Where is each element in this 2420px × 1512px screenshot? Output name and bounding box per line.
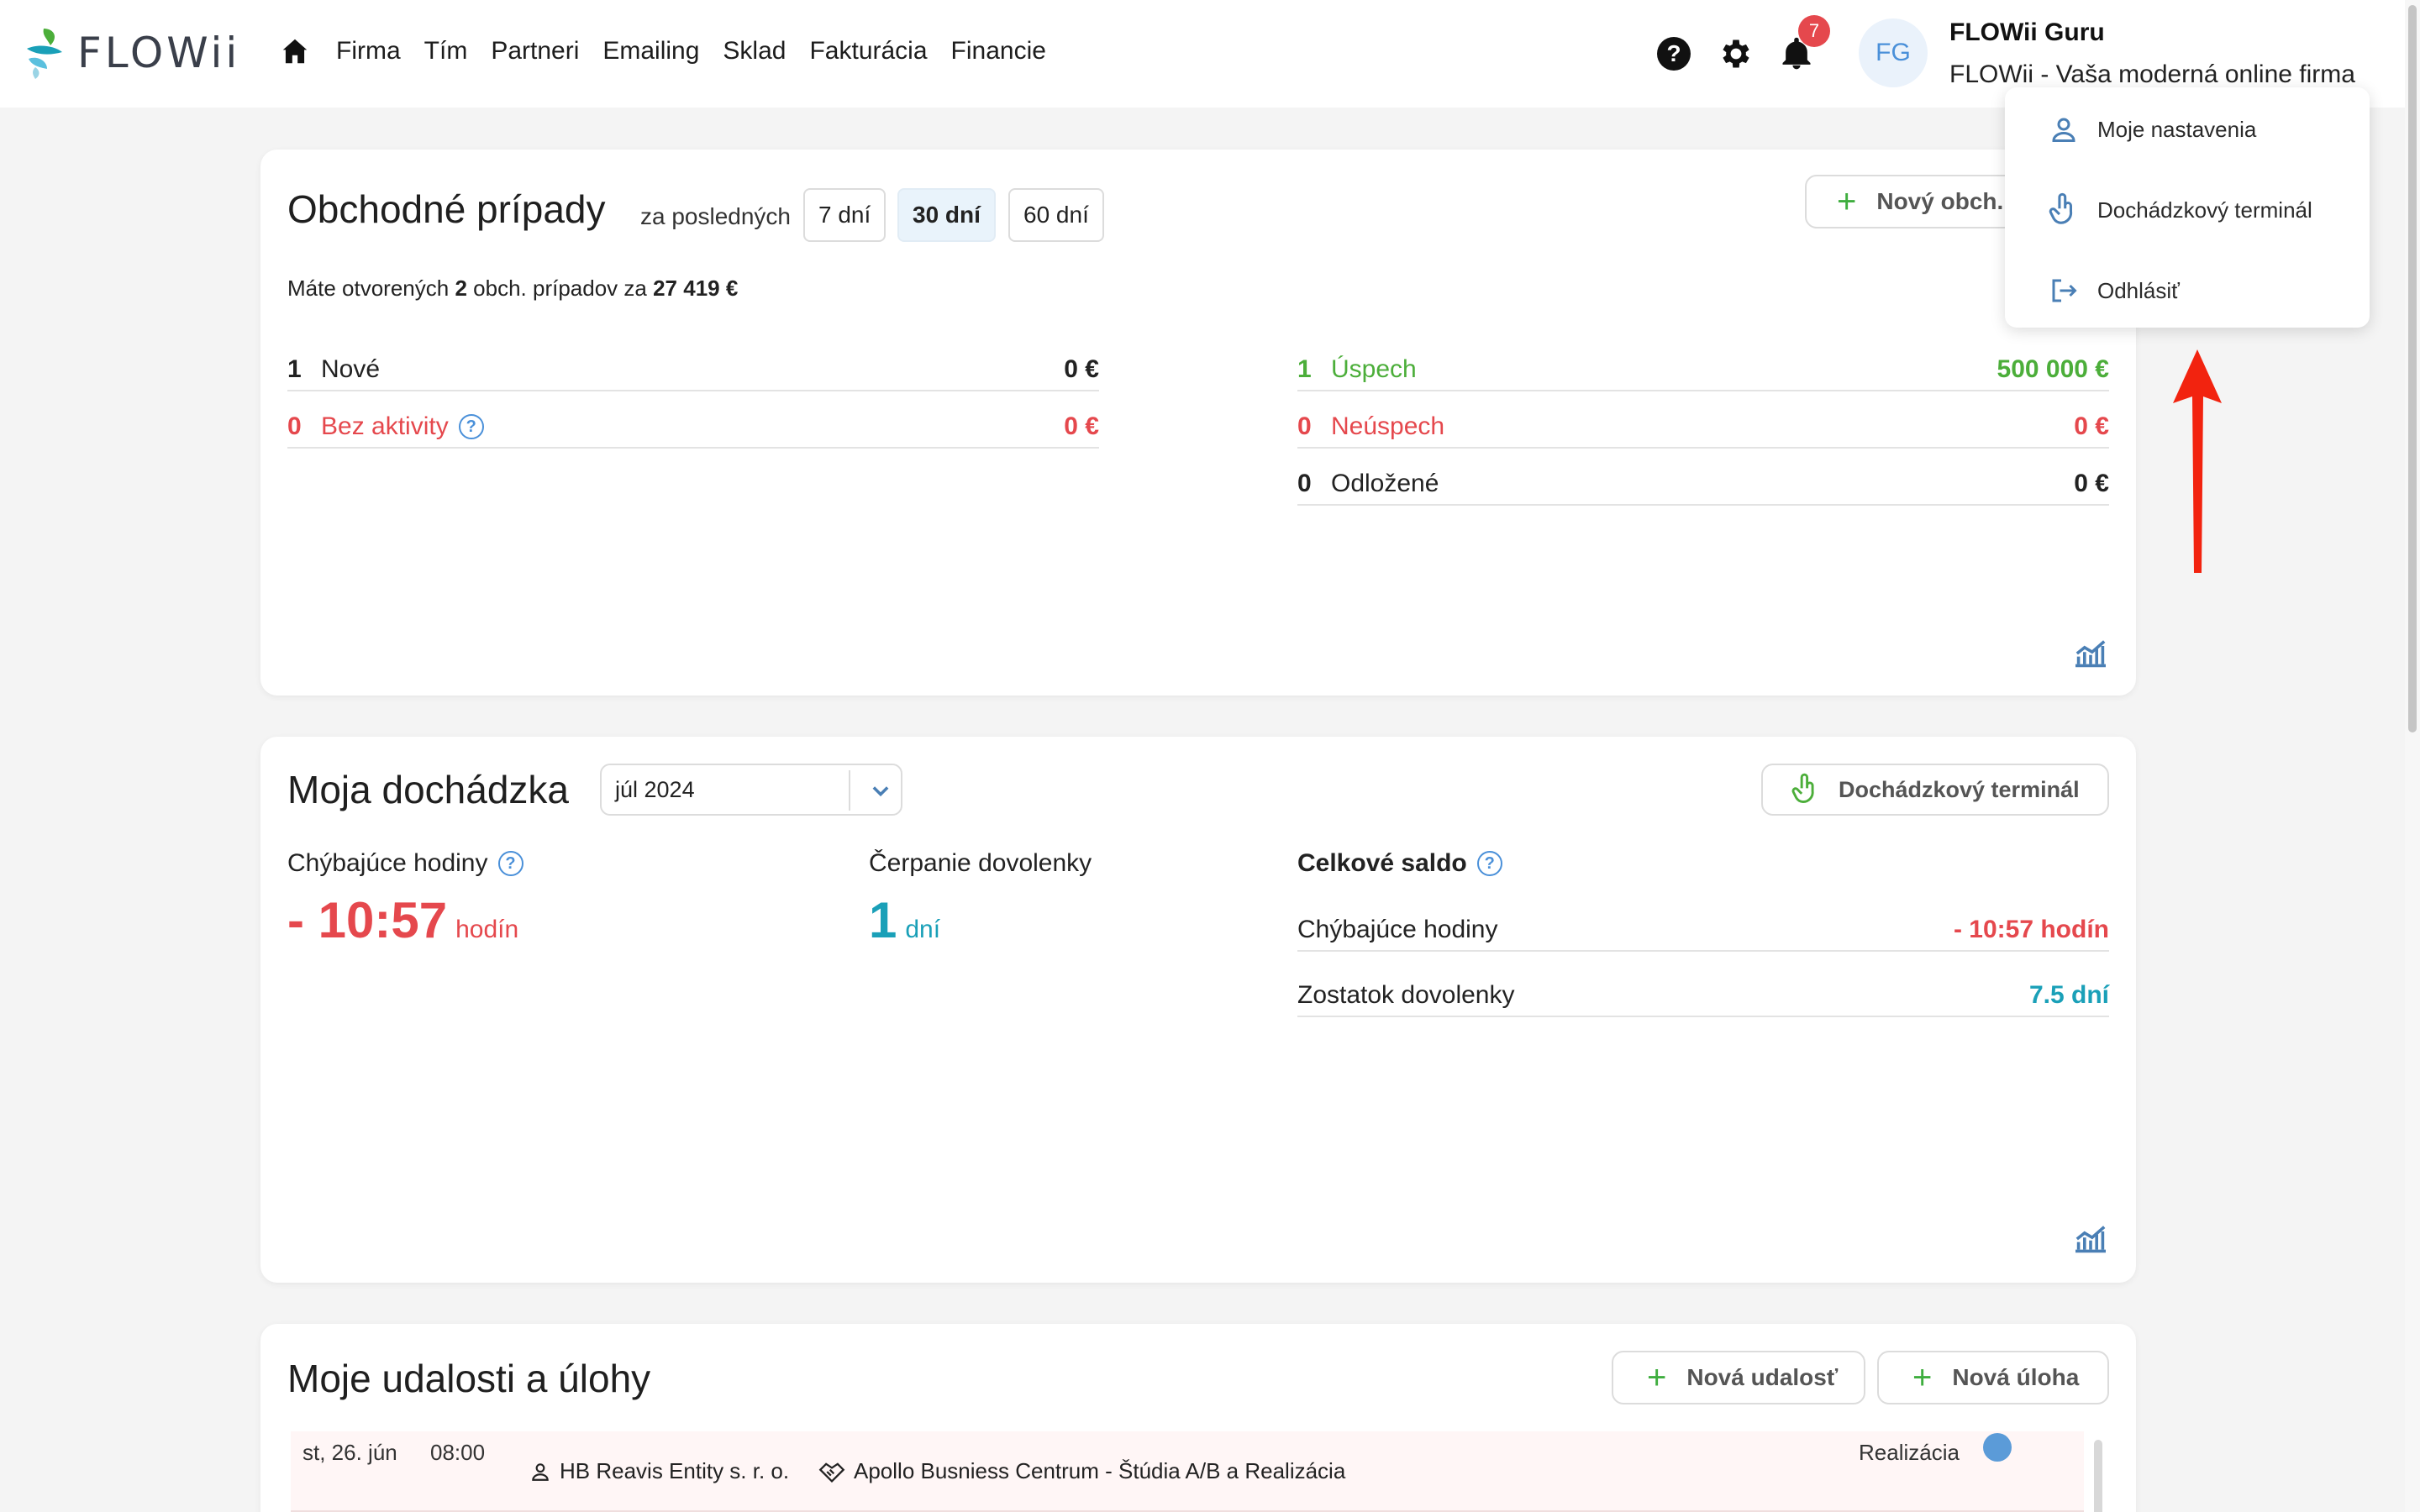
balance-row-missing: Chýbajúce hodiny - 10:57 hodín [1297, 910, 2109, 952]
events-title: Moje udalosti a úlohy [287, 1357, 651, 1400]
new-task-button[interactable]: + Nová úloha [1877, 1351, 2109, 1404]
logo-text: FLOWii [77, 29, 241, 77]
month-select[interactable]: júl 2024 [600, 764, 902, 816]
deals-summary: Máte otvorených 2 obch. prípadov za 27 4… [287, 276, 739, 301]
balance-row-vacation: Zostatok dovolenky 7.5 dní [1297, 975, 2109, 1017]
attendance-terminal-label: Dochádzkový terminál [1839, 776, 2080, 802]
help-circle-icon[interactable]: ? [1476, 851, 1502, 876]
chart-icon[interactable] [2072, 638, 2109, 669]
page-scrollbar[interactable] [2405, 0, 2420, 1512]
scrollbar-thumb[interactable] [2408, 5, 2417, 732]
deal-row-no-activity[interactable]: 0 Bez aktivity ? 0 € [287, 407, 1099, 449]
period-label: za posledných [640, 203, 792, 229]
event-row[interactable]: st, 26. jún 08:00 HB Reavis Entity s. r.… [291, 1431, 2084, 1512]
flowii-logo-icon [27, 29, 62, 79]
events-scrollbar[interactable] [2094, 1440, 2102, 1512]
deal-row-failure[interactable]: 0 Neúspech 0 € [1297, 407, 2109, 449]
person-icon [2052, 118, 2075, 142]
red-arrow-annotation [2173, 349, 2222, 573]
deal-row-success[interactable]: 1 Úspech 500 000 € [1297, 349, 2109, 391]
logo[interactable]: FLOWii [25, 27, 240, 79]
period-60-days-button[interactable]: 60 dní [1008, 188, 1104, 242]
missing-hours-label: Chýbajúce hodiny ? [287, 849, 523, 878]
help-circle-icon[interactable]: ? [497, 851, 523, 876]
new-deal-label: Nový obch. [1876, 188, 2004, 214]
period-7-days-button[interactable]: 7 dní [803, 188, 886, 242]
nav-partneri[interactable]: Partneri [491, 37, 579, 66]
vacation-used-value: 1 dní [869, 892, 941, 948]
attendance-card: Moja dochádzka júl 2024 Dochádzkový term… [260, 737, 2136, 1283]
menu-logout[interactable]: Odhlásiť [2049, 270, 2180, 311]
deals-card: Obchodné prípady za posledných 7 dní 30 … [260, 150, 2136, 696]
nav-financie[interactable]: Financie [951, 37, 1046, 66]
handshake-icon [818, 1462, 845, 1483]
nav-fakturacia[interactable]: Fakturácia [809, 37, 927, 66]
user-company: FLOWii - Vaša moderná online firma [1949, 60, 2355, 88]
help-icon[interactable]: ? [1657, 37, 1691, 71]
touch-hand-icon [1791, 773, 1814, 803]
chart-icon[interactable] [2072, 1224, 2109, 1254]
user-dropdown-menu: Moje nastavenia Dochádzkový terminál Odh… [2005, 87, 2370, 328]
deals-title: Obchodné prípady [287, 187, 606, 231]
nav-tim[interactable]: Tím [424, 37, 468, 66]
missing-hours-value: - 10:57 hodín [287, 892, 519, 948]
period-30-days-button[interactable]: 30 dní [897, 188, 996, 242]
attendance-terminal-button[interactable]: Dochádzkový terminál [1761, 764, 2109, 816]
user-name[interactable]: FLOWii Guru [1949, 18, 2105, 47]
attendance-title: Moja dochádzka [287, 768, 569, 811]
event-client[interactable]: HB Reavis Entity s. r. o. [529, 1458, 789, 1484]
vacation-used-label: Čerpanie dovolenky [869, 849, 1092, 877]
notifications-button[interactable]: 7 [1778, 15, 1830, 72]
stage-icon [1983, 1433, 2012, 1462]
new-event-button[interactable]: + Nová udalosť [1612, 1351, 1865, 1404]
nav-sklad[interactable]: Sklad [723, 37, 786, 66]
avatar[interactable]: FG [1859, 18, 1928, 87]
month-select-value: júl 2024 [615, 776, 695, 802]
home-icon[interactable] [279, 35, 311, 67]
header-actions: ? 7 [1657, 15, 1830, 72]
main-nav: Firma Tím Partneri Emailing Sklad Faktur… [279, 35, 1070, 67]
menu-attendance-terminal[interactable]: Dochádzkový terminál [2049, 190, 2312, 230]
event-stage: Realizácia [1859, 1440, 1960, 1465]
event-date: st, 26. jún [302, 1440, 397, 1465]
plus-icon: + [1647, 1358, 1667, 1396]
deal-row-new[interactable]: 1 Nové 0 € [287, 349, 1099, 391]
event-time: 08:00 [430, 1440, 486, 1465]
help-circle-icon[interactable]: ? [458, 414, 484, 439]
deal-row-postponed[interactable]: 0 Odložené 0 € [1297, 464, 2109, 506]
chevron-down-icon [872, 786, 889, 797]
total-balance-title: Celkové saldo ? [1297, 849, 1502, 878]
nav-emailing[interactable]: Emailing [602, 37, 699, 66]
event-project[interactable]: Apollo Busniess Centrum - Štúdia A/B a R… [818, 1458, 1345, 1484]
plus-icon: + [1912, 1358, 1933, 1396]
menu-my-settings[interactable]: Moje nastavenia [2049, 109, 2256, 150]
gear-icon[interactable] [1718, 35, 1754, 72]
plus-icon: + [1837, 182, 1857, 220]
nav-firma[interactable]: Firma [336, 37, 401, 66]
events-card: Moje udalosti a úlohy + Nová udalosť + N… [260, 1324, 2136, 1512]
touch-hand-icon [2049, 192, 2073, 224]
notification-badge: 7 [1798, 15, 1830, 47]
logout-icon [2052, 279, 2077, 302]
person-icon [532, 1462, 549, 1481]
